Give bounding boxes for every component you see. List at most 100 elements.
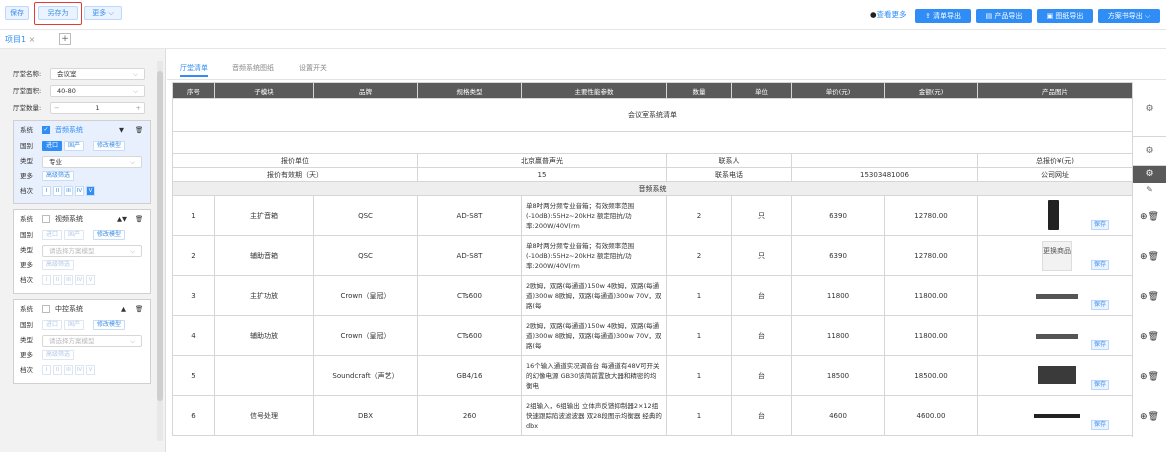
row-model[interactable]: CTs600 bbox=[417, 275, 522, 316]
level-4[interactable]: IV bbox=[75, 186, 84, 196]
row-price[interactable]: 4600 bbox=[791, 395, 885, 436]
hall-count-stepper[interactable]: − 1 + bbox=[50, 102, 145, 114]
sort-arrows-icon[interactable]: ▼ bbox=[119, 124, 124, 136]
row-price[interactable]: 11800 bbox=[791, 315, 885, 356]
row-brand[interactable]: Crown（皇冠） bbox=[313, 315, 418, 356]
modify-model-button[interactable]: 修改模型 bbox=[93, 141, 126, 151]
type-select[interactable]: 请选择方案模型 ⌵ bbox=[42, 245, 142, 257]
modify-model-button[interactable]: 修改模型 bbox=[93, 320, 126, 330]
replace-product-placeholder[interactable]: 更换商品 bbox=[1042, 241, 1072, 271]
type-select[interactable]: 请选择方案模型 ⌵ bbox=[42, 335, 142, 347]
row-image[interactable]: 保存 bbox=[977, 275, 1133, 316]
phone-value[interactable]: 15303481006 bbox=[791, 167, 978, 182]
row-model[interactable]: CTs600 bbox=[417, 315, 522, 356]
level-2[interactable]: II bbox=[53, 186, 62, 196]
add-delete-icons[interactable]: ⊕🗑 bbox=[1132, 317, 1166, 357]
row-qty[interactable]: 2 bbox=[666, 195, 732, 236]
advanced-filter-button[interactable]: 高级筛选 bbox=[42, 260, 75, 270]
valid-value[interactable]: 15 bbox=[417, 167, 667, 182]
level-5[interactable]: V bbox=[86, 275, 95, 285]
view-more-link[interactable]: ●查看更多 bbox=[870, 9, 907, 20]
row-model[interactable]: GB4/16 bbox=[417, 355, 522, 396]
domestic-button[interactable]: 国产 bbox=[64, 230, 85, 240]
gear-icon[interactable]: ⚙ bbox=[1132, 82, 1166, 137]
row-image[interactable]: 保存 bbox=[977, 195, 1133, 236]
add-tab-button[interactable]: + bbox=[59, 33, 71, 45]
gear-icon[interactable]: ⚙ bbox=[1132, 137, 1166, 166]
row-image[interactable]: 保存 bbox=[977, 315, 1133, 356]
level-3[interactable]: III bbox=[64, 186, 73, 196]
level-5[interactable]: V bbox=[86, 365, 95, 375]
row-model[interactable]: AD-S8T bbox=[417, 195, 522, 236]
row-price[interactable]: 11800 bbox=[791, 275, 885, 316]
row-price[interactable]: 6390 bbox=[791, 235, 885, 276]
save-tag[interactable]: 保存 bbox=[1091, 340, 1110, 350]
row-price[interactable]: 6390 bbox=[791, 195, 885, 236]
row-model[interactable]: AD-S8T bbox=[417, 235, 522, 276]
import-button[interactable]: 进口 bbox=[42, 320, 63, 330]
level-5[interactable]: V bbox=[86, 186, 95, 196]
row-qty[interactable]: 1 bbox=[666, 275, 732, 316]
row-model[interactable]: 260 bbox=[417, 395, 522, 436]
export-plan-button[interactable]: 方案书导出 ⌵ bbox=[1098, 9, 1160, 23]
left-scrollbar[interactable] bbox=[157, 61, 163, 441]
hall-name-select[interactable]: 会议室 ⌵ bbox=[50, 68, 145, 80]
advanced-filter-button[interactable]: 高级筛选 bbox=[42, 171, 75, 181]
advanced-filter-button[interactable]: 高级筛选 bbox=[42, 350, 75, 360]
level-4[interactable]: IV bbox=[75, 275, 84, 285]
export-product-button[interactable]: ▤ 产品导出 bbox=[976, 9, 1032, 23]
add-delete-icons[interactable]: ⊕🗑 bbox=[1132, 197, 1166, 237]
add-delete-icons[interactable]: ⊕🗑 bbox=[1132, 357, 1166, 397]
system-checkbox[interactable] bbox=[42, 215, 50, 223]
trash-icon[interactable]: 🗑 bbox=[135, 213, 143, 225]
trash-icon[interactable]: 🗑 bbox=[135, 303, 143, 315]
add-delete-icons[interactable]: ⊕🗑 bbox=[1132, 237, 1166, 277]
domestic-button[interactable]: 国产 bbox=[64, 320, 85, 330]
level-2[interactable]: II bbox=[53, 275, 62, 285]
row-qty[interactable]: 2 bbox=[666, 235, 732, 276]
sort-arrows-icon[interactable]: ▲ bbox=[121, 303, 126, 315]
trash-icon[interactable]: 🗑 bbox=[135, 124, 143, 136]
row-image[interactable]: 更换商品 保存 bbox=[977, 235, 1133, 276]
type-select[interactable]: 专业 ⌵ bbox=[42, 156, 142, 168]
row-qty[interactable]: 1 bbox=[666, 315, 732, 356]
contact-value[interactable] bbox=[791, 153, 978, 168]
row-brand[interactable]: Soundcraft（声艺） bbox=[313, 355, 418, 396]
hall-area-select[interactable]: 40-80 ⌵ bbox=[50, 85, 145, 97]
modify-model-button[interactable]: 修改模型 bbox=[93, 230, 126, 240]
level-3[interactable]: III bbox=[64, 275, 73, 285]
level-2[interactable]: II bbox=[53, 365, 62, 375]
row-image[interactable]: 保存 bbox=[977, 395, 1133, 436]
export-list-button[interactable]: ⇪ 清单导出 bbox=[915, 9, 971, 23]
level-3[interactable]: III bbox=[64, 365, 73, 375]
sort-arrows-icon[interactable]: ▲▼ bbox=[117, 213, 127, 225]
level-1[interactable]: I bbox=[42, 186, 51, 196]
add-delete-icons[interactable]: ⊕🗑 bbox=[1132, 277, 1166, 317]
scrollbar-thumb[interactable] bbox=[157, 71, 163, 401]
save-tag[interactable]: 保存 bbox=[1091, 420, 1110, 430]
row-price[interactable]: 18500 bbox=[791, 355, 885, 396]
save-tag[interactable]: 保存 bbox=[1091, 220, 1110, 230]
close-icon[interactable]: × bbox=[29, 35, 36, 44]
row-brand[interactable]: Crown（皇冠） bbox=[313, 275, 418, 316]
save-tag[interactable]: 保存 bbox=[1091, 260, 1110, 270]
tab-audio-drawing[interactable]: 音频系统图纸 bbox=[232, 61, 274, 77]
domestic-button[interactable]: 国产 bbox=[64, 141, 85, 151]
row-qty[interactable]: 1 bbox=[666, 355, 732, 396]
row-brand[interactable]: DBX bbox=[313, 395, 418, 436]
row-brand[interactable]: QSC bbox=[313, 235, 418, 276]
save-tag[interactable]: 保存 bbox=[1091, 300, 1110, 310]
row-brand[interactable]: QSC bbox=[313, 195, 418, 236]
export-drawing-button[interactable]: ▣ 图纸导出 bbox=[1037, 9, 1093, 23]
gear-icon[interactable]: ⚙ bbox=[1132, 166, 1166, 183]
level-1[interactable]: I bbox=[42, 365, 51, 375]
save-tag[interactable]: 保存 bbox=[1091, 380, 1110, 390]
quote-unit-value[interactable]: 北京赢普声光 bbox=[417, 153, 667, 168]
plus-icon[interactable]: + bbox=[136, 103, 141, 113]
tab-settings[interactable]: 设置开关 bbox=[299, 61, 327, 77]
more-button[interactable]: 更多 ⌵ bbox=[84, 6, 122, 20]
tab-hall-list[interactable]: 厅堂清单 bbox=[180, 61, 208, 77]
import-button[interactable]: 进口 bbox=[42, 141, 63, 151]
save-button[interactable]: 保存 bbox=[5, 6, 29, 20]
minus-icon[interactable]: − bbox=[54, 103, 59, 113]
